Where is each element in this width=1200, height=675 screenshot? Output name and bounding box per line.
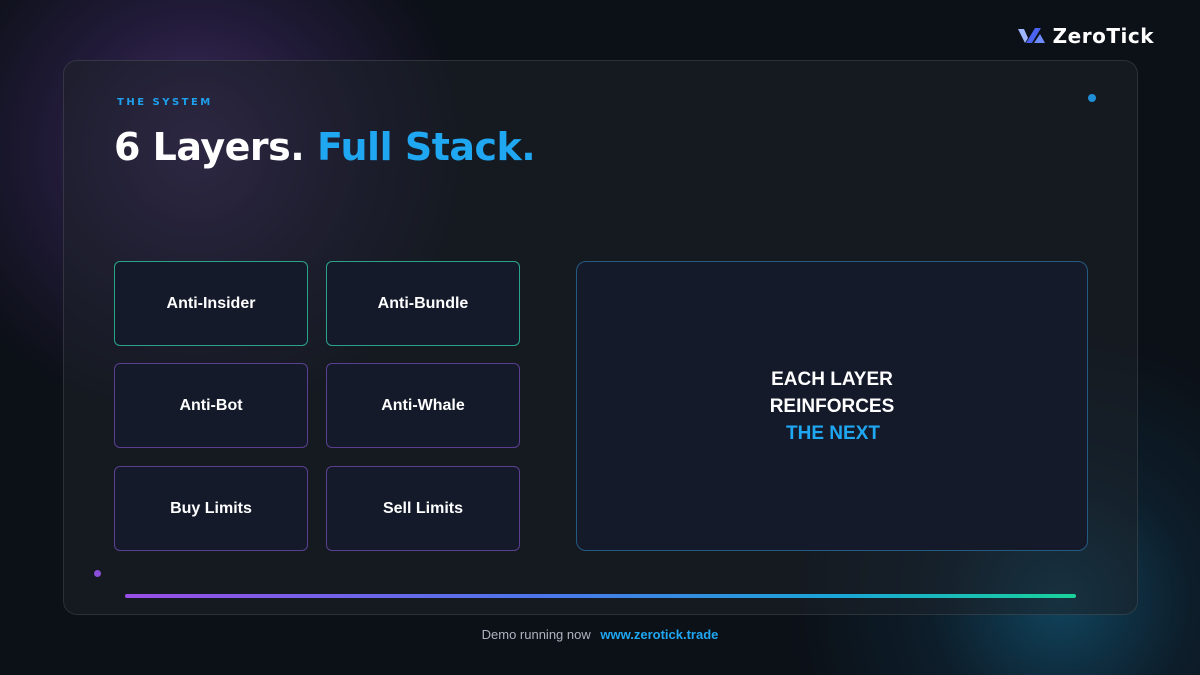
layer-card-anti-bot: Anti-Bot <box>114 363 308 448</box>
callout-box: EACH LAYER REINFORCES THE NEXT <box>576 261 1088 551</box>
content-panel: THE SYSTEM 6 Layers. Full Stack. Anti-In… <box>63 60 1138 615</box>
layer-card-label: Anti-Whale <box>381 396 465 414</box>
layer-card-label: Sell Limits <box>382 499 464 517</box>
callout-line-3: THE NEXT <box>786 422 880 444</box>
title-accent: Full Stack. <box>316 125 536 169</box>
layer-card-label: Anti-Bot <box>179 396 243 414</box>
callout-line-2: REINFORCES <box>769 395 895 417</box>
brand-name: ZeroTick <box>1052 24 1154 48</box>
layer-card-anti-insider: Anti-Insider <box>114 261 308 346</box>
title-main: 6 Layers. <box>114 125 305 169</box>
section-kicker: THE SYSTEM <box>117 97 213 108</box>
footer-link[interactable]: www.zerotick.trade <box>600 627 718 642</box>
layer-card-anti-bundle: Anti-Bundle <box>326 261 520 346</box>
brand-logo[interactable]: ZeroTick <box>1017 24 1154 48</box>
slide-title: 6 Layers. Full Stack. <box>114 125 536 169</box>
gradient-divider <box>125 594 1076 598</box>
footer: Demo running now www.zerotick.trade <box>0 627 1200 642</box>
footer-text: Demo running now <box>481 627 591 642</box>
layer-card-buy-limits: Buy Limits <box>114 466 308 551</box>
layer-card-label: Anti-Insider <box>166 294 256 312</box>
layer-card-label: Buy Limits <box>170 499 252 517</box>
decorative-dot-blue <box>1088 94 1096 102</box>
layer-card-anti-whale: Anti-Whale <box>326 363 520 448</box>
layer-card-sell-limits: Sell Limits <box>326 466 520 551</box>
callout-line-1: EACH LAYER <box>771 368 893 390</box>
zerotick-logo-icon <box>1017 28 1045 43</box>
slide: ZeroTick THE SYSTEM 6 Layers. Full Stack… <box>0 0 1200 675</box>
layer-card-label: Anti-Bundle <box>377 294 469 312</box>
decorative-dot-purple <box>94 570 101 577</box>
